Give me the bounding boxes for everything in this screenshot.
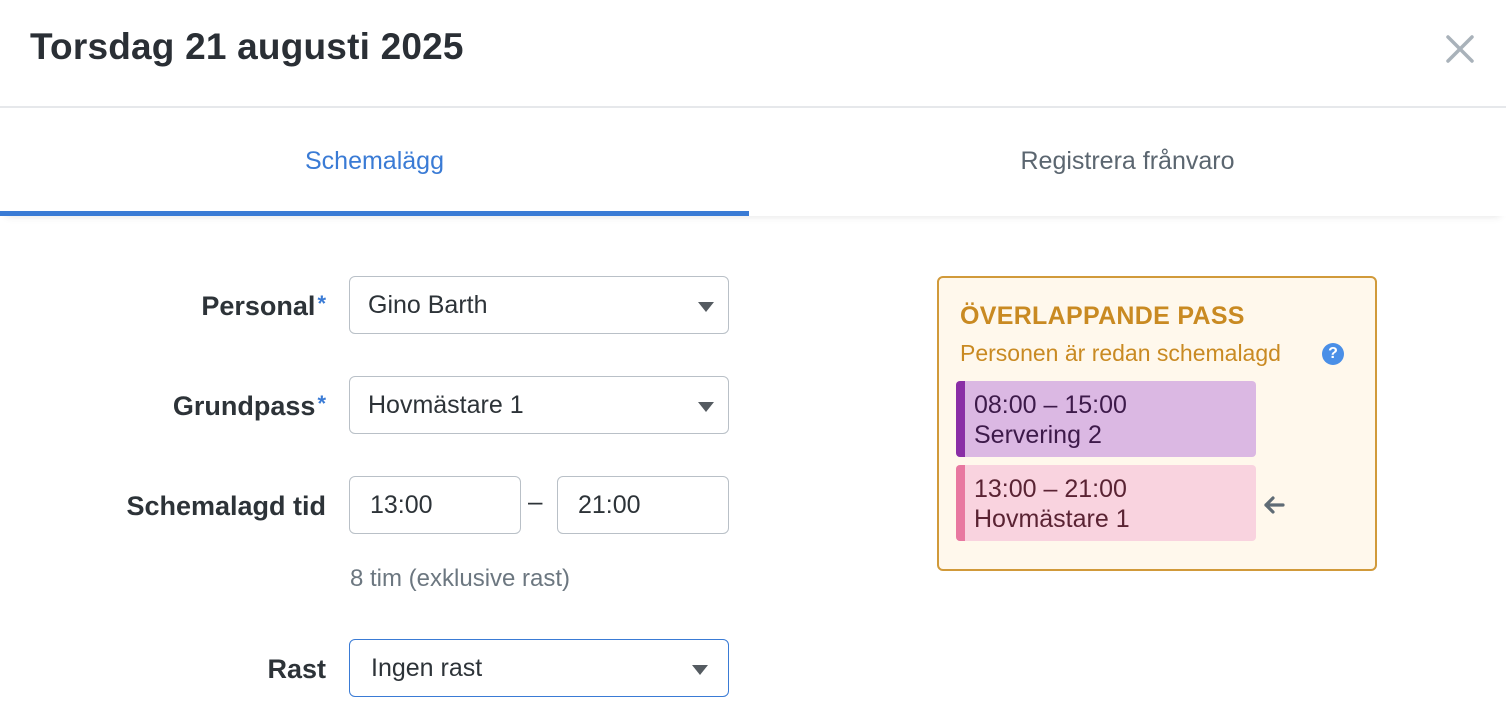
required-marker: * — [317, 291, 326, 316]
duration-hint: 8 tim (exklusive rast) — [350, 565, 571, 592]
personal-value: Gino Barth — [368, 291, 488, 319]
dialog-header: Torsdag 21 augusti 2025 — [0, 0, 1506, 108]
end-time-input[interactable]: 21:00 — [557, 476, 729, 534]
grundpass-value: Hovmästare 1 — [368, 391, 524, 419]
tab-schemalagg[interactable]: Schemalägg — [0, 108, 749, 216]
overlap-shift[interactable]: 08:00 – 15:00 Servering 2 — [956, 381, 1256, 457]
personal-label: Personal* — [201, 291, 326, 321]
rast-value: Ingen rast — [371, 654, 483, 682]
start-time-input[interactable]: 13:00 — [349, 476, 521, 534]
overlap-subtitle: Personen är redan schemalagd — [960, 340, 1281, 366]
help-icon[interactable]: ? — [1322, 343, 1344, 365]
end-time-value: 21:00 — [578, 491, 641, 519]
grundpass-label: Grundpass* — [172, 391, 326, 421]
shift-name: Hovmästare 1 — [974, 505, 1130, 533]
shift-time: 08:00 – 15:00 — [974, 391, 1127, 419]
chevron-down-icon — [698, 302, 714, 312]
arrow-left-icon — [1264, 496, 1285, 514]
shift-name: Servering 2 — [974, 421, 1102, 449]
required-marker: * — [317, 391, 326, 416]
tab-bar: Schemalägg Registrera frånvaro — [0, 108, 1506, 216]
overlap-shift-current[interactable]: 13:00 – 21:00 Hovmästare 1 — [956, 465, 1256, 541]
shift-time: 13:00 – 21:00 — [974, 475, 1127, 503]
rast-select[interactable]: Ingen rast — [349, 639, 729, 697]
overlap-panel: ÖVERLAPPANDE PASS Personen är redan sche… — [937, 276, 1377, 571]
rast-label: Rast — [267, 654, 326, 684]
tab-registrera-franvaro[interactable]: Registrera frånvaro — [749, 108, 1506, 216]
time-separator: – — [528, 486, 543, 516]
dialog-title: Torsdag 21 augusti 2025 — [30, 26, 464, 67]
chevron-down-icon — [692, 665, 708, 675]
personal-select[interactable]: Gino Barth — [349, 276, 729, 334]
grundpass-select[interactable]: Hovmästare 1 — [349, 376, 729, 434]
schemalagd-tid-label: Schemalagd tid — [126, 491, 326, 521]
chevron-down-icon — [698, 402, 714, 412]
overlap-title: ÖVERLAPPANDE PASS — [960, 302, 1245, 330]
start-time-value: 13:00 — [370, 491, 433, 519]
shift-color-bar — [956, 465, 965, 541]
shift-color-bar — [956, 381, 965, 457]
close-icon[interactable] — [1443, 32, 1477, 66]
